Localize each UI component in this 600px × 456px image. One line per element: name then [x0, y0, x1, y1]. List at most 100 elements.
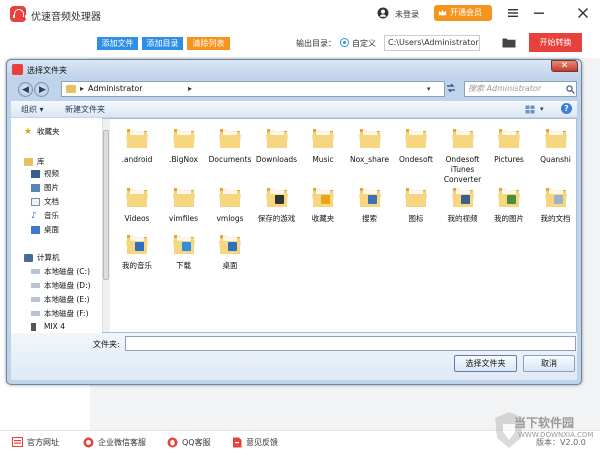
view-dropdown-icon[interactable]: ▾ — [540, 105, 544, 113]
folder-item[interactable]: 我的图片 — [486, 184, 532, 224]
nav-videos[interactable]: 视频 — [31, 168, 59, 179]
nav-drive-d-label: 本地磁盘 (D:) — [44, 281, 91, 290]
folder-item[interactable]: Downloads — [254, 125, 300, 165]
select-folder-button[interactable]: 选择文件夹 — [454, 355, 517, 372]
folder-item[interactable]: 我的视频 — [440, 184, 486, 224]
folder-item-label: Pictures — [494, 155, 524, 164]
folder-item[interactable]: Ondesoft iTunes Converter — [440, 125, 486, 185]
breadcrumb-chevron-icon[interactable]: ▸ — [80, 82, 84, 96]
nav-desktop[interactable]: 桌面 — [31, 224, 59, 235]
output-path-field[interactable]: C:\Users\Administrator — [384, 35, 480, 51]
nav-documents[interactable]: 文档 — [31, 196, 59, 207]
folder-item[interactable]: 桌面 — [207, 231, 253, 271]
folder-icon — [544, 129, 567, 148]
search-folder-icon — [358, 188, 381, 207]
new-folder-button[interactable]: 新建文件夹 — [65, 104, 105, 115]
nav-mix4[interactable]: MIX 4 — [31, 322, 65, 331]
clear-list-button[interactable]: 清除列表 — [187, 37, 230, 50]
qq-service-link[interactable]: QQ客服 — [167, 436, 211, 448]
open-folder-icon[interactable] — [502, 37, 516, 48]
nav-library[interactable]: 库 — [24, 156, 45, 167]
folder-item-label: 我的图片 — [494, 214, 524, 223]
documents-icon — [31, 197, 40, 206]
dialog-close-button[interactable]: ✕ — [551, 60, 578, 72]
folder-icon — [126, 129, 148, 148]
address-folder-icon — [66, 85, 76, 93]
pictures-folder-icon — [498, 188, 520, 207]
folder-item-label: 图标 — [408, 214, 424, 223]
nav-computer-label: 计算机 — [37, 253, 60, 262]
select-folder-dialog: 选择文件夹 ✕ ◀ ▶ ▸ Administrator ▸ ▾ 搜索 Admin… — [6, 59, 582, 385]
feedback-link[interactable]: 意见反馈 — [232, 436, 278, 448]
cancel-button[interactable]: 取消 — [523, 355, 575, 372]
folder-item-label: Ondesoft iTunes Converter — [443, 155, 482, 184]
folder-item-label: 下载 — [176, 261, 191, 270]
folder-item[interactable]: Pictures — [486, 125, 532, 165]
dialog-search-input[interactable]: 搜索 Administrator — [464, 81, 577, 97]
add-folder-button[interactable]: 添加目录 — [142, 37, 183, 50]
nav-music[interactable]: ♪ 音乐 — [31, 210, 59, 221]
help-icon[interactable]: ? — [561, 103, 572, 114]
folder-name-input[interactable] — [125, 336, 576, 351]
folder-item[interactable]: Videos — [114, 184, 160, 224]
nav-favorites-label: 收藏夹 — [37, 127, 60, 136]
folder-item[interactable]: Music — [300, 125, 346, 165]
folder-icon — [498, 129, 520, 148]
nav-pictures[interactable]: 图片 — [31, 182, 59, 193]
login-link[interactable]: 未登录 — [395, 9, 419, 20]
vip-button[interactable]: 开通会员 — [434, 5, 492, 21]
folder-item[interactable]: 我的音乐 — [114, 231, 160, 271]
user-icon[interactable] — [377, 7, 389, 19]
folder-item[interactable]: Nox_share — [347, 125, 393, 165]
nav-drive-c[interactable]: 本地磁盘 (C:) — [31, 266, 90, 277]
organize-menu[interactable]: 组织 ▾ — [21, 104, 44, 115]
folder-item[interactable]: 收藏夹 — [300, 184, 346, 224]
nav-pane-scroll-thumb[interactable] — [103, 130, 109, 280]
folder-item[interactable]: 我的文档 — [533, 184, 579, 224]
folder-item[interactable]: .BigNox — [161, 125, 207, 165]
app-title: 优速音频处理器 — [31, 12, 101, 23]
nav-favorites[interactable]: ★ 收藏夹 — [24, 126, 60, 137]
nav-drive-d[interactable]: 本地磁盘 (D:) — [31, 280, 91, 291]
close-icon[interactable] — [575, 5, 591, 21]
nav-drive-e[interactable]: 本地磁盘 (E:) — [31, 294, 90, 305]
address-dropdown-icon[interactable]: ▾ — [427, 85, 431, 93]
custom-radio-label[interactable]: 自定义 — [352, 38, 376, 49]
refresh-icon[interactable] — [445, 82, 457, 94]
address-bar[interactable]: ▸ Administrator ▸ — [61, 81, 445, 97]
version-label: 版本：V2.0.0 — [536, 438, 586, 447]
nav-library-label: 库 — [37, 157, 45, 166]
start-convert-button[interactable]: 开始转换 — [529, 33, 582, 52]
folder-grid: .android .BigNox Documents Downloads Music No… — [110, 119, 576, 332]
folder-item[interactable]: 搜索 — [347, 184, 393, 224]
wechat-service-link[interactable]: 企业微信客服 — [83, 436, 146, 448]
folder-item[interactable]: 图标 — [393, 184, 439, 224]
crown-icon — [438, 9, 447, 16]
view-options-icon[interactable] — [525, 105, 535, 114]
nav-desktop-label: 桌面 — [44, 225, 59, 234]
nav-computer[interactable]: 计算机 — [24, 252, 60, 263]
search-icon[interactable] — [566, 85, 575, 94]
folder-item[interactable]: Documents — [207, 125, 253, 165]
folder-item[interactable]: .android — [114, 125, 160, 165]
custom-radio[interactable] — [340, 38, 349, 47]
menu-icon[interactable] — [505, 5, 521, 21]
folder-item-label: 我的音乐 — [122, 261, 152, 270]
folder-item[interactable]: Ondesoft — [393, 125, 439, 165]
folder-item[interactable]: Quanshi — [533, 125, 579, 165]
folder-item[interactable]: 保存的游戏 — [254, 184, 300, 224]
folder-item-label: 桌面 — [222, 261, 238, 270]
folder-item[interactable]: 下载 — [161, 231, 207, 271]
add-file-button[interactable]: 添加文件 — [97, 37, 138, 50]
nav-drive-f[interactable]: 本地磁盘 (F:) — [31, 308, 89, 319]
breadcrumb-chevron-icon[interactable]: ▸ — [188, 82, 192, 96]
music-icon: ♪ — [31, 210, 37, 221]
folder-item-label: Downloads — [255, 155, 298, 164]
folder-item[interactable]: vimfiles — [161, 184, 207, 224]
favorites-folder-icon — [312, 188, 334, 207]
minimize-icon[interactable] — [531, 5, 547, 21]
folder-icon — [451, 129, 474, 148]
website-link[interactable]: 官方网址 — [12, 436, 59, 448]
breadcrumb-administrator[interactable]: Administrator — [88, 82, 143, 96]
folder-item[interactable]: vmlogs — [207, 184, 253, 224]
